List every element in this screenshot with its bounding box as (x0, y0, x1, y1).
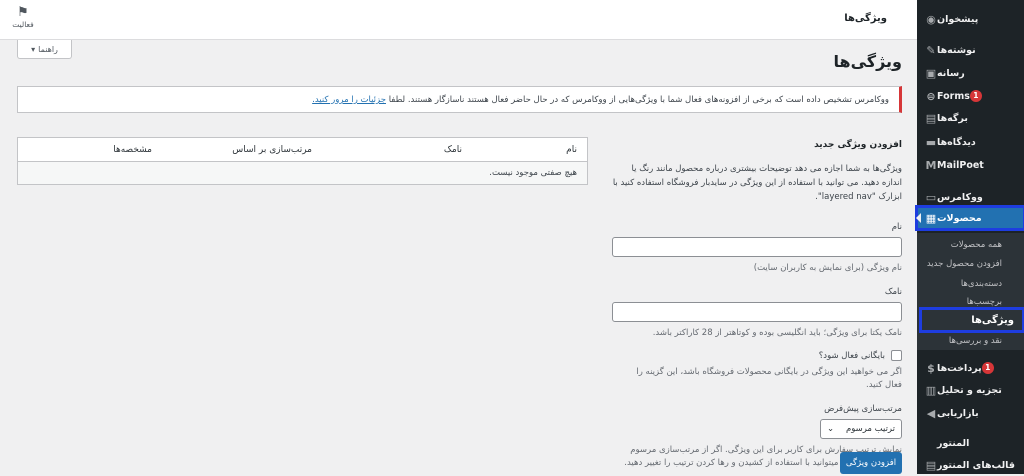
dashboard-icon: ◉ (926, 12, 936, 26)
top-bar-title: ویژگی‌ها (844, 13, 887, 24)
sidebar-item-dashboard[interactable]: ◉ پیشخوان (917, 8, 1024, 30)
templates-icon: ▤ (925, 458, 937, 472)
incompatibility-notice: ووکامرس تشخیص داده است که برخی از افزونه… (17, 86, 902, 113)
attributes-table: نام نامک مرتب‌سازی بر اساس مشخصه‌ها هیچ … (17, 137, 588, 185)
sort-select[interactable]: ترتیب مرسوم ⌄ (820, 419, 902, 439)
top-bar: ⚑ فعالیت ویژگی‌ها (0, 0, 917, 40)
comments-icon: ▬ (925, 135, 937, 149)
archive-row: بایگانی فعال شود؟ (612, 350, 902, 361)
sidebar-item-label: Forms (937, 90, 970, 102)
media-icon: ▣ (925, 66, 937, 80)
sidebar-item-woocommerce[interactable]: ▭ ووکامرس (917, 186, 1024, 208)
column-slug: نامک (443, 145, 462, 155)
sidebar-item-forms[interactable]: ⊜ Forms 1 (917, 85, 1024, 107)
sidebar-item-pin[interactable]: ✎ نوشته‌ها (917, 39, 1024, 61)
table-empty-row: هیچ صفتی موجود نیست. (18, 162, 587, 184)
add-attribute-button[interactable]: افزودن ویژگی (840, 452, 902, 474)
submenu-item[interactable]: نقد و بررسی‌ها (917, 332, 1024, 350)
payments-icon: $ (927, 361, 935, 375)
sort-label: مرتب‌سازی پیش‌فرض (824, 404, 902, 414)
sidebar-item-templates[interactable]: ▤ قالب‌های المنتور (917, 454, 1024, 476)
sidebar-item-marketing[interactable]: ◀ بازاریابی (917, 402, 1024, 424)
sidebar-item-elementor[interactable]: المنتور (917, 432, 1024, 454)
forms-icon: ⊜ (926, 89, 936, 103)
archive-label: بایگانی فعال شود؟ (818, 350, 885, 361)
pages-icon: ▤ (925, 111, 937, 125)
sidebar-item-pages[interactable]: ▤ برگه‌ها (917, 107, 1024, 129)
help-button[interactable]: راهنما ▾ (17, 40, 72, 59)
mailpoet-icon: M (925, 158, 937, 172)
help-label: راهنما (38, 44, 58, 54)
sidebar-item-media[interactable]: ▣ رسانه (917, 62, 1024, 84)
sidebar-item-label: پرداخت‌ها (937, 362, 982, 374)
sidebar-item-label: دیدگاه‌ها (937, 136, 976, 148)
activity-label: فعالیت (12, 20, 34, 29)
name-field[interactable] (612, 237, 902, 257)
sidebar-item-label: تجزیه و تحلیل (937, 384, 1002, 396)
column-terms: مشخصه‌ها (113, 145, 152, 155)
elementor-icon (925, 437, 937, 449)
sidebar-item-label: پیشخوان (937, 13, 979, 25)
sidebar-item-label: نوشته‌ها (937, 44, 976, 56)
sidebar-item-analytics[interactable]: ▥ تجزیه و تحلیل (917, 379, 1024, 401)
sidebar-item-label: ووکامرس (937, 191, 983, 203)
sidebar-item-comments[interactable]: ▬ دیدگاه‌ها (917, 131, 1024, 153)
flag-icon: ⚑ (17, 5, 29, 20)
chevron-down-icon: ⌄ (827, 424, 835, 434)
notification-badge: 1 (969, 90, 982, 102)
column-order-by: مرتب‌سازی بر اساس (232, 145, 312, 155)
sort-selected-value: ترتیب مرسوم (845, 424, 895, 434)
pin-icon: ✎ (926, 43, 936, 57)
sidebar-item-mailpoet[interactable]: M MailPoet (917, 154, 1024, 176)
notice-details-link[interactable]: جزئیات را مرور کنید. (312, 95, 386, 105)
name-description: نام ویژگی (برای نمایش به کاربران سایت) (753, 263, 902, 273)
form-title: افزودن ویژگی جدید (814, 140, 902, 150)
products-icon: ▦ (925, 211, 937, 225)
slug-description: نامک یکتا برای ویژگی؛ باید انگلیسی بوده … (652, 328, 902, 338)
sidebar-item-label: برگه‌ها (937, 112, 968, 124)
sidebar-item-label: محصولات (937, 212, 982, 224)
submenu-item[interactable]: ویژگی‌ها (919, 307, 1024, 333)
archive-checkbox[interactable] (891, 350, 902, 361)
column-name: نام (566, 145, 577, 155)
submenu-item[interactable]: همه محصولات (917, 236, 1024, 254)
form-intro: ویژگی‌ها به شما اجازه می دهد توضیحات بیش… (612, 164, 902, 202)
sidebar-item-label: بازاریابی (937, 407, 979, 419)
table-header: نام نامک مرتب‌سازی بر اساس مشخصه‌ها (18, 138, 587, 162)
add-attribute-form: افزودن ویژگی جدید ویژگی‌ها به شما اجازه … (612, 140, 902, 470)
activity-button[interactable]: ⚑ فعالیت (12, 5, 34, 30)
submenu-item[interactable]: افزودن محصول جدید (917, 255, 1024, 273)
notification-badge: 1 (981, 362, 994, 374)
sidebar-item-label: MailPoet (937, 159, 984, 171)
name-label: نام (891, 222, 902, 232)
slug-label: نامک (884, 287, 902, 297)
sidebar-item-products[interactable]: ▦ محصولات (915, 205, 1024, 231)
woocommerce-icon: ▭ (925, 190, 937, 204)
marketing-icon: ◀ (926, 406, 936, 420)
slug-field[interactable] (612, 302, 902, 322)
page-title: ویژگی‌ها (833, 52, 903, 71)
archive-description: اگر می خواهید این ویژگی در بایگانی محصول… (636, 367, 902, 390)
sidebar-item-label: المنتور (937, 437, 970, 449)
sidebar-item-label: قالب‌های المنتور (937, 459, 1015, 471)
sidebar-item-payments[interactable]: $ پرداخت‌ها 1 (917, 357, 1024, 379)
submenu-item[interactable]: دسته‌بندی‌ها (917, 275, 1024, 293)
notice-text: ووکامرس تشخیص داده است که برخی از افزونه… (388, 95, 889, 105)
caret-down-icon: ▾ (31, 44, 36, 54)
analytics-icon: ▥ (925, 383, 937, 397)
sidebar-item-label: رسانه (937, 67, 965, 79)
